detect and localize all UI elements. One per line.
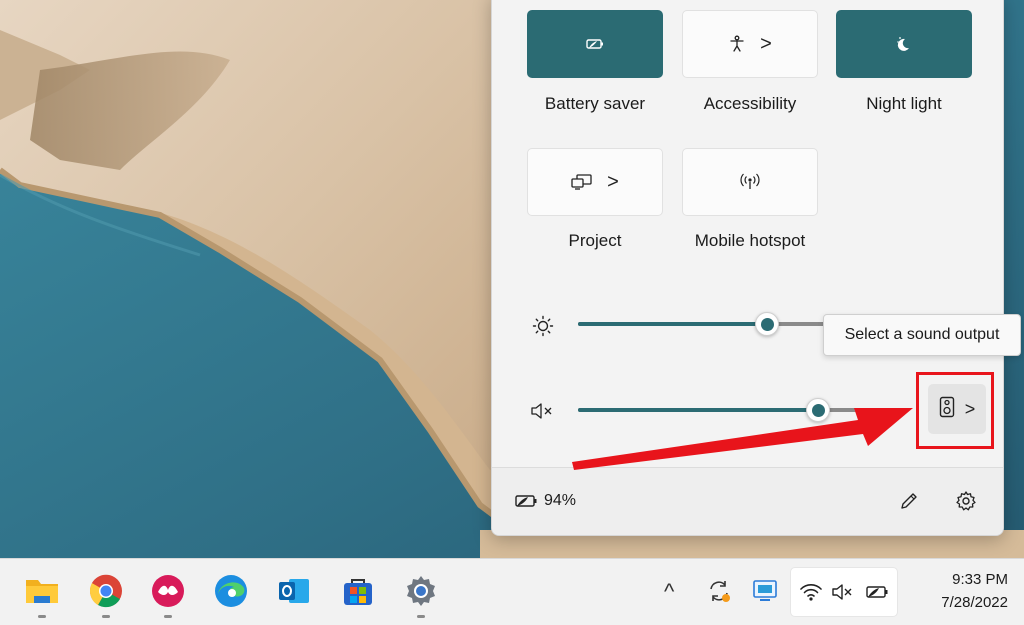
select-sound-output-button[interactable]: >: [928, 384, 986, 434]
project-tile[interactable]: >: [527, 148, 663, 216]
accessibility-tile[interactable]: >: [682, 10, 818, 78]
sync-icon[interactable]: [706, 578, 732, 609]
battery-saver-tile[interactable]: [527, 10, 663, 78]
volume-slider[interactable]: [578, 398, 878, 422]
wifi-icon: [799, 582, 823, 607]
sun-icon: [532, 315, 554, 342]
chevron-right-icon: >: [760, 33, 772, 55]
clock-date[interactable]: 7/28/2022: [912, 594, 1008, 611]
battery-charging-icon: [865, 582, 891, 607]
night-light-icon: [895, 35, 913, 53]
mobile-hotspot-tile[interactable]: [682, 148, 818, 216]
clock-time[interactable]: 9:33 PM: [912, 571, 1008, 588]
quick-settings-panel: Battery saver > Accessibility Night ligh…: [491, 0, 1004, 536]
speaker-device-icon: [939, 396, 955, 423]
system-tray-quick-settings-button[interactable]: [790, 567, 898, 617]
outlook-icon[interactable]: [274, 571, 314, 611]
edge-icon[interactable]: [211, 571, 251, 611]
brightness-slider-fill: [578, 322, 767, 326]
store-icon[interactable]: [338, 571, 378, 611]
quick-settings-footer: 94%: [492, 467, 1003, 535]
brightness-slider[interactable]: [578, 312, 834, 336]
volume-slider-fill: [578, 408, 818, 412]
battery-charging-icon[interactable]: [514, 492, 540, 515]
brightness-slider-thumb[interactable]: [755, 312, 779, 336]
gear-icon[interactable]: [955, 490, 977, 517]
display-icon[interactable]: [752, 578, 778, 609]
pencil-icon[interactable]: [898, 490, 920, 517]
taskbar: ^ 9:33 PM 7/28/2022: [0, 558, 1024, 625]
project-icon: [571, 174, 593, 190]
settings-icon[interactable]: [401, 571, 441, 611]
file-explorer-icon[interactable]: [22, 571, 62, 611]
pdf-reader-icon[interactable]: [148, 571, 188, 611]
volume-slider-thumb[interactable]: [806, 398, 830, 422]
chrome-icon[interactable]: [86, 571, 126, 611]
hotspot-icon: [739, 173, 761, 191]
battery-saver-label: Battery saver: [544, 94, 646, 113]
speaker-muted-icon[interactable]: [530, 402, 556, 425]
running-indicator: [38, 615, 46, 618]
chevron-right-icon: >: [607, 171, 619, 193]
accessibility-label: Accessibility: [703, 94, 797, 113]
sound-output-tooltip: Select a sound output: [823, 314, 1021, 356]
speaker-muted-icon: [831, 583, 855, 606]
running-indicator: [164, 615, 172, 618]
battery-percentage[interactable]: 94%: [544, 492, 576, 510]
tray-overflow-chevron-icon[interactable]: ^: [664, 579, 674, 605]
project-label: Project: [568, 231, 622, 250]
battery-saver-icon: [585, 36, 605, 52]
night-light-label: Night light: [866, 94, 942, 113]
accessibility-icon: [728, 35, 746, 53]
mobile-hotspot-label: Mobile hotspot: [694, 231, 806, 250]
running-indicator: [417, 615, 425, 618]
running-indicator: [102, 615, 110, 618]
night-light-tile[interactable]: [836, 10, 972, 78]
chevron-right-icon: >: [964, 399, 976, 419]
